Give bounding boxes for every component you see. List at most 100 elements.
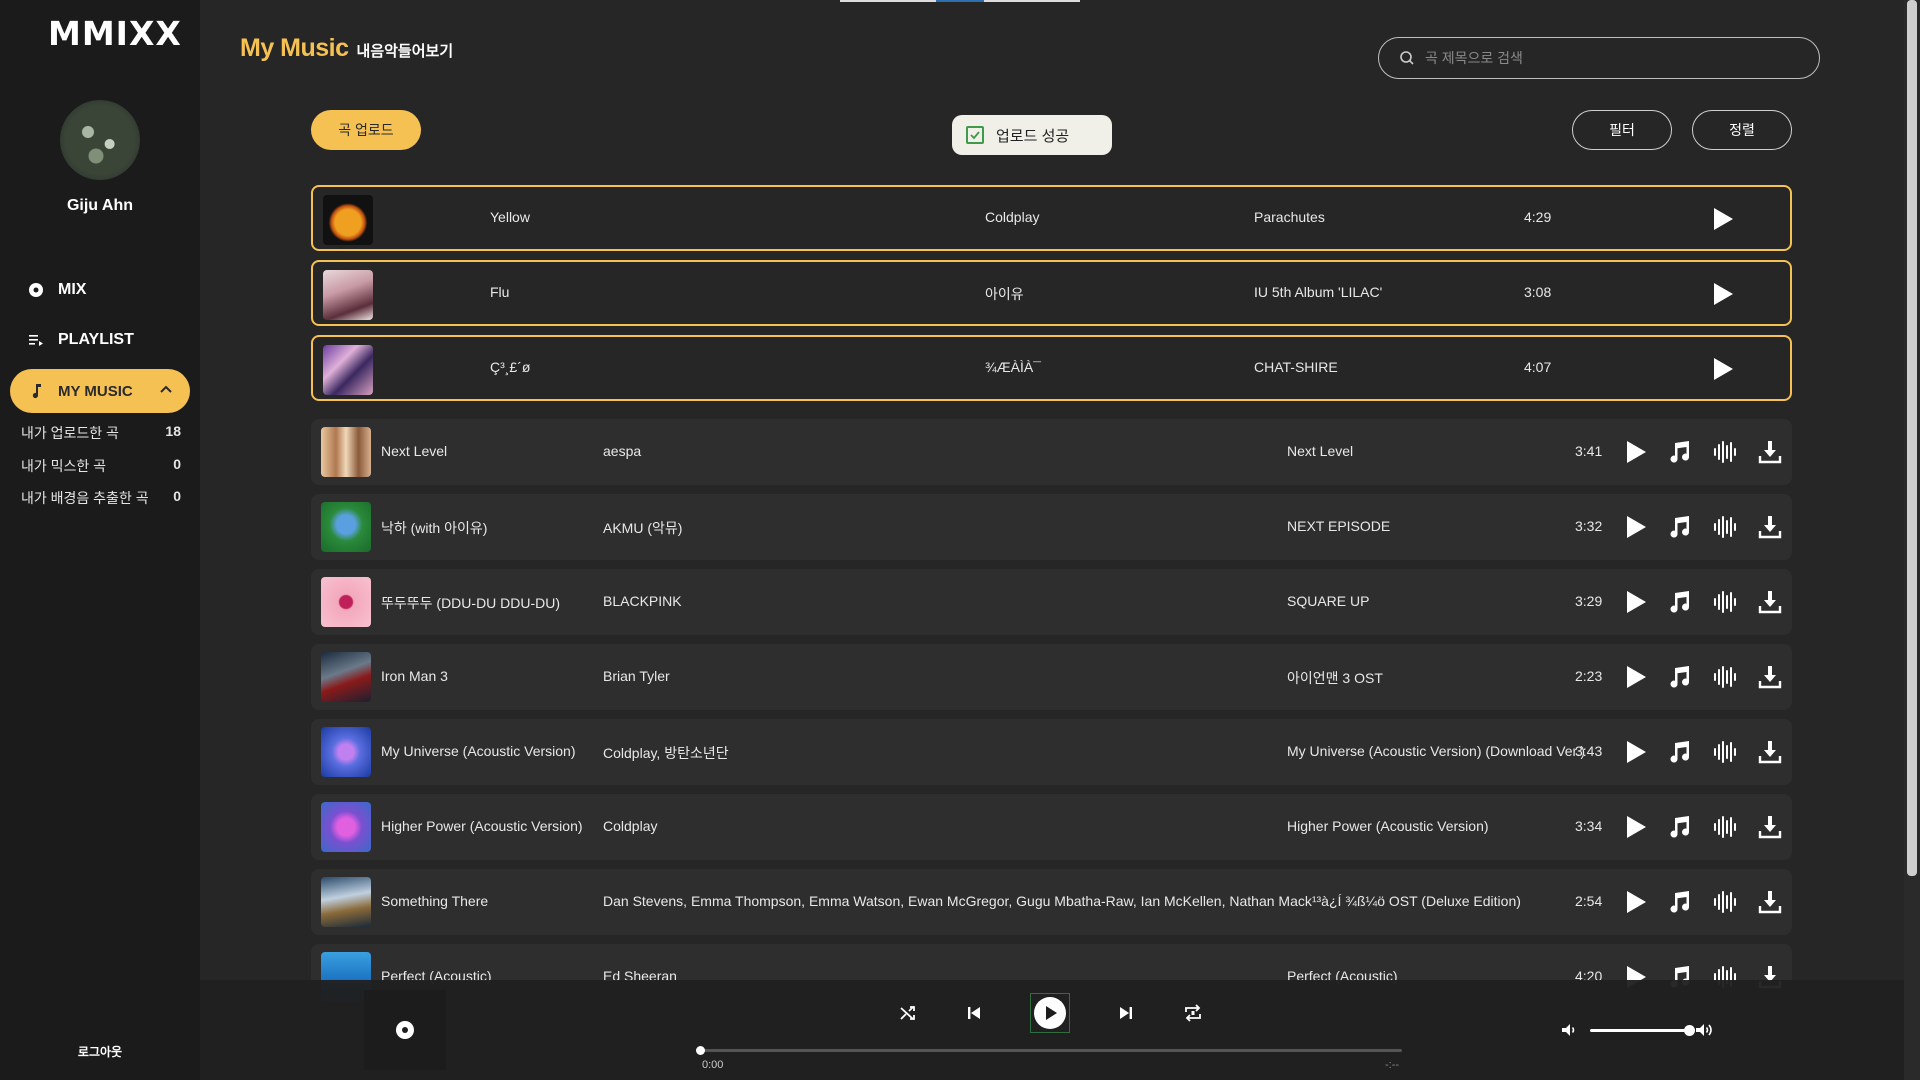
- record-icon: [396, 1021, 414, 1039]
- row-actions: [1621, 738, 1784, 766]
- track-artist: ¾ÆÀÌÀ¯: [985, 359, 1041, 375]
- seek-bar[interactable]: [696, 1046, 1402, 1055]
- download-icon[interactable]: [1756, 438, 1784, 466]
- track-title: Iron Man 3: [381, 668, 448, 684]
- shuffle-icon[interactable]: [898, 1003, 918, 1023]
- previous-track-icon[interactable]: [964, 1003, 984, 1023]
- track-row[interactable]: Higher Power (Acoustic Version) Coldplay…: [311, 794, 1792, 860]
- uploaded-track-row[interactable]: Flu 아이유 IU 5th Album 'LILAC' 3:08: [311, 260, 1792, 326]
- album-art: [321, 877, 371, 927]
- waveform-icon[interactable]: [1711, 813, 1739, 841]
- filter-button[interactable]: 필터: [1572, 110, 1672, 150]
- download-icon[interactable]: [1756, 663, 1784, 691]
- waveform-icon[interactable]: [1711, 738, 1739, 766]
- waveform-icon[interactable]: [1711, 513, 1739, 541]
- music-note-icon[interactable]: [1666, 813, 1694, 841]
- play-icon[interactable]: [1711, 281, 1735, 307]
- play-icon[interactable]: [1621, 438, 1649, 466]
- play-icon[interactable]: [1711, 356, 1735, 382]
- download-icon[interactable]: [1756, 738, 1784, 766]
- play-icon[interactable]: [1621, 813, 1649, 841]
- next-track-icon[interactable]: [1116, 1003, 1136, 1023]
- uploaded-track-row[interactable]: Yellow Coldplay Parachutes 4:29: [311, 185, 1792, 251]
- loading-bar: [840, 0, 1080, 2]
- track-album: IU 5th Album 'LILAC': [1254, 284, 1383, 300]
- track-album: 아이언맨 3 OST: [1287, 670, 1383, 686]
- download-icon[interactable]: [1756, 513, 1784, 541]
- download-icon[interactable]: [1756, 888, 1784, 916]
- now-playing-art: [364, 990, 446, 1070]
- current-time: 0:00: [702, 1059, 724, 1071]
- row-actions: [1621, 513, 1784, 541]
- track-row[interactable]: Something There Dan Stevens, Emma Thomps…: [311, 869, 1792, 935]
- track-duration: 3:34: [1575, 818, 1603, 834]
- sidebar-item-my-music[interactable]: MY MUSIC: [10, 369, 190, 413]
- page-title: My Music 내음악들어보기: [240, 34, 454, 62]
- sub-item-mixed[interactable]: 내가 믹스한 곡 0: [21, 456, 181, 476]
- play-icon[interactable]: [1621, 738, 1649, 766]
- search-input[interactable]: [1425, 50, 1805, 66]
- track-artist: Brian Tyler: [603, 668, 670, 684]
- download-icon[interactable]: [1756, 588, 1784, 616]
- volume-slider[interactable]: [1590, 1025, 1695, 1036]
- app-logo[interactable]: MMIXX: [48, 14, 182, 53]
- waveform-icon[interactable]: [1711, 663, 1739, 691]
- album-art: [321, 577, 371, 627]
- track-duration: 4:07: [1524, 359, 1552, 375]
- seek-handle[interactable]: [696, 1046, 705, 1055]
- track-row[interactable]: 낙하 (with 아이유) AKMU (악뮤) NEXT EPISODE 3:3…: [311, 494, 1792, 560]
- avatar[interactable]: [60, 100, 140, 180]
- waveform-icon[interactable]: [1711, 438, 1739, 466]
- music-note-icon[interactable]: [1666, 513, 1694, 541]
- upload-song-button[interactable]: 곡 업로드: [311, 110, 421, 150]
- music-note-icon[interactable]: [1666, 888, 1694, 916]
- play-icon[interactable]: [1621, 888, 1649, 916]
- track-row[interactable]: My Universe (Acoustic Version) Coldplay,…: [311, 719, 1792, 785]
- row-actions: [1621, 813, 1784, 841]
- play-icon[interactable]: [1621, 663, 1649, 691]
- waveform-icon[interactable]: [1711, 888, 1739, 916]
- play-icon[interactable]: [1711, 206, 1735, 232]
- play-icon[interactable]: [1621, 588, 1649, 616]
- volume-high-icon[interactable]: [1694, 1021, 1714, 1039]
- sidebar-item-playlist[interactable]: PLAYLIST: [28, 331, 134, 349]
- track-artist: Dan Stevens, Emma Thompson, Emma Watson,…: [603, 893, 1521, 909]
- track-row[interactable]: Iron Man 3 Brian Tyler 아이언맨 3 OST 2:23: [311, 644, 1792, 710]
- track-duration: 3:43: [1575, 743, 1603, 759]
- play-pause-button[interactable]: [1030, 993, 1070, 1033]
- track-title: 뚜두뚜두 (DDU-DU DDU-DU): [381, 595, 561, 611]
- chevron-up-icon[interactable]: [158, 381, 174, 397]
- page-scrollbar[interactable]: [1904, 0, 1920, 1080]
- sidebar-item-mix[interactable]: MIX: [28, 281, 86, 299]
- music-note-icon[interactable]: [1666, 663, 1694, 691]
- track-artist: AKMU (악뮤): [603, 520, 683, 536]
- play-icon[interactable]: [1621, 513, 1649, 541]
- upload-success-toast: 업로드 성공: [952, 115, 1112, 155]
- track-title: Yellow: [490, 209, 530, 225]
- track-artist: Coldplay, 방탄소년단: [603, 745, 729, 761]
- row-actions: [1621, 588, 1784, 616]
- scrollbar-thumb[interactable]: [1907, 0, 1917, 876]
- sub-item-extracted[interactable]: 내가 배경음 추출한 곡 0: [21, 488, 181, 508]
- sub-item-uploaded[interactable]: 내가 업로드한 곡 18: [21, 423, 181, 443]
- logout-button[interactable]: 로그아웃: [0, 1043, 200, 1060]
- search-box[interactable]: [1378, 37, 1820, 79]
- track-duration: 3:29: [1575, 593, 1603, 609]
- download-icon[interactable]: [1756, 813, 1784, 841]
- volume-low-icon[interactable]: [1560, 1021, 1578, 1039]
- track-row[interactable]: Next Level aespa Next Level 3:41: [311, 419, 1792, 485]
- track-title: My Universe (Acoustic Version): [381, 743, 576, 759]
- music-note-icon[interactable]: [1666, 588, 1694, 616]
- music-note-icon[interactable]: [1666, 438, 1694, 466]
- total-time: -:--: [1385, 1059, 1400, 1071]
- track-row[interactable]: 뚜두뚜두 (DDU-DU DDU-DU) BLACKPINK SQUARE UP…: [311, 569, 1792, 635]
- waveform-icon[interactable]: [1711, 588, 1739, 616]
- track-duration: 3:08: [1524, 284, 1552, 300]
- music-note-icon[interactable]: [1666, 738, 1694, 766]
- sidebar-item-label: MY MUSIC: [58, 382, 133, 400]
- album-art: [323, 270, 373, 320]
- uploaded-track-row[interactable]: Ç³¸£´ø ¾ÆÀÌÀ¯ CHAT-SHIRE 4:07: [311, 335, 1792, 401]
- sort-button[interactable]: 정렬: [1692, 110, 1792, 150]
- repeat-icon[interactable]: [1182, 1003, 1204, 1023]
- album-art: [321, 427, 371, 477]
